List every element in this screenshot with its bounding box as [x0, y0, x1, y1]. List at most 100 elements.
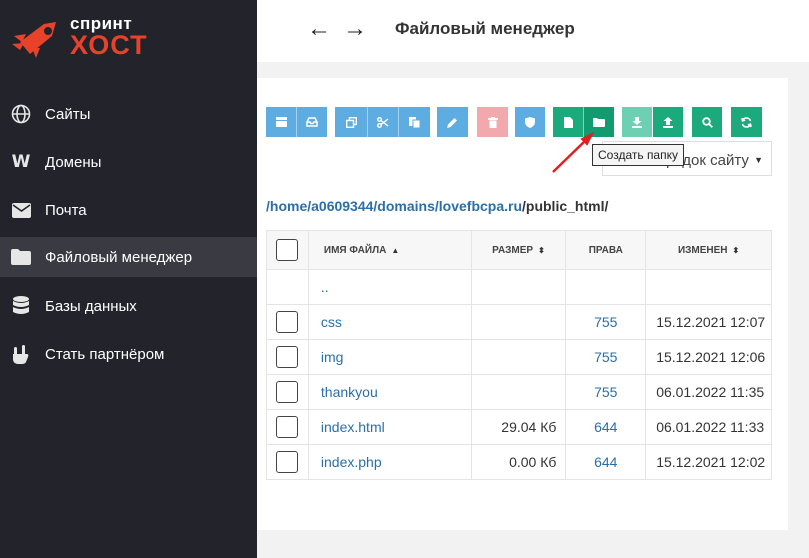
column-perms-label: ПРАВА	[588, 244, 623, 256]
paste-icon	[408, 117, 420, 128]
sidebar-item-label: Сайты	[45, 105, 91, 123]
cut-button[interactable]	[367, 107, 398, 137]
file-name[interactable]: index.html	[321, 419, 385, 435]
folder-icon	[10, 246, 32, 268]
file-perms[interactable]: 755	[565, 339, 647, 375]
sidebar-item-file-manager[interactable]: Файловый менеджер	[0, 237, 257, 277]
breadcrumb: /home/a0609344/domains/lovefbcpa.ru/publ…	[266, 198, 608, 214]
row-checkbox[interactable]	[276, 451, 299, 473]
file-name[interactable]: thankyou	[321, 384, 378, 400]
database-icon	[10, 295, 32, 317]
file-size	[470, 374, 567, 410]
column-perms-header: ПРАВА	[565, 230, 647, 270]
breadcrumb-current: /public_html/	[522, 198, 609, 214]
file-size: 0.00 Кб	[470, 444, 567, 480]
sort-both-icon: ⬍	[538, 245, 545, 255]
table-row[interactable]: thankyou 755 06.01.2022 11:35	[266, 374, 772, 410]
list-view-icon	[275, 117, 287, 127]
column-name-label: ИМЯ ФАЙЛА	[323, 244, 387, 256]
pencil-icon	[447, 117, 457, 128]
refresh-button[interactable]	[731, 107, 762, 137]
column-size-header[interactable]: РАЗМЕР ⬍	[470, 230, 567, 270]
file-manager-panel: …рядок сайту ▼ Создать папку /home/a0609…	[257, 78, 788, 530]
breadcrumb-domain[interactable]: /lovefbcpa.ru	[435, 198, 522, 214]
sidebar: спринт ХОСТ Сайты W Домены Почта Файловы…	[0, 0, 257, 558]
rocket-logo-icon	[12, 22, 56, 58]
sidebar-item-domains[interactable]: W Домены	[0, 142, 257, 182]
create-folder-tooltip: Создать папку	[592, 144, 684, 166]
mail-icon	[10, 199, 32, 221]
table-row-parent[interactable]: ..	[266, 269, 772, 305]
paste-button[interactable]	[398, 107, 430, 137]
file-name[interactable]: css	[321, 314, 342, 330]
file-size: 29.04 Кб	[470, 409, 567, 445]
sidebar-item-databases[interactable]: Базы данных	[0, 286, 257, 326]
file-perms[interactable]: 755	[565, 374, 647, 410]
sidebar-item-partner[interactable]: Стать партнёром	[0, 334, 257, 374]
file-table: ИМЯ ФАЙЛА ▲ РАЗМЕР ⬍ ПРАВА ИЗМЕНЕН ⬍ .. css…	[266, 230, 772, 480]
sidebar-item-mail[interactable]: Почта	[0, 190, 257, 230]
shield-icon	[525, 116, 535, 128]
column-name-header[interactable]: ИМЯ ФАЙЛА ▲	[307, 230, 472, 270]
table-row[interactable]: index.html 29.04 Кб 644 06.01.2022 11:33	[266, 409, 772, 445]
search-button[interactable]	[692, 107, 722, 137]
file-perms[interactable]: 644	[565, 444, 647, 480]
column-size-label: РАЗМЕР	[492, 244, 534, 256]
page-title: Файловый менеджер	[395, 19, 575, 38]
hand-icon	[10, 343, 32, 365]
file-name[interactable]: ..	[321, 279, 329, 295]
w-icon: W	[11, 152, 31, 172]
table-header-row: ИМЯ ФАЙЛА ▲ РАЗМЕР ⬍ ПРАВА ИЗМЕНЕН ⬍	[266, 230, 772, 270]
copy-icon	[345, 116, 357, 128]
sidebar-item-label: Стать партнёром	[45, 345, 165, 363]
forward-arrow-icon[interactable]: →	[343, 14, 367, 44]
back-arrow-icon[interactable]: ←	[307, 14, 331, 44]
scissors-icon	[376, 116, 388, 128]
row-checkbox[interactable]	[276, 381, 299, 403]
select-all-cell	[266, 230, 309, 270]
sidebar-item-label: Базы данных	[45, 297, 137, 315]
trash-icon	[487, 116, 498, 128]
file-modified: 15.12.2021 12:07	[645, 304, 772, 340]
row-checkbox[interactable]	[276, 346, 299, 368]
permissions-button[interactable]	[515, 107, 545, 137]
row-checkbox[interactable]	[276, 416, 299, 438]
table-row[interactable]: index.php 0.00 Кб 644 15.12.2021 12:02	[266, 444, 772, 480]
file-modified: 06.01.2022 11:35	[645, 374, 772, 410]
brand-line2: ХОСТ	[70, 30, 148, 60]
column-modified-header[interactable]: ИЗМЕНЕН ⬍	[645, 230, 772, 270]
sidebar-item-sites[interactable]: Сайты	[0, 94, 257, 134]
inbox-icon	[306, 117, 318, 127]
file-size	[470, 304, 567, 340]
create-file-button[interactable]	[553, 107, 583, 137]
sidebar-item-label: Почта	[45, 201, 87, 219]
file-name[interactable]: img	[321, 349, 344, 365]
download-button[interactable]	[622, 107, 652, 137]
list-view-button[interactable]	[266, 107, 296, 137]
refresh-icon	[741, 116, 752, 128]
rename-button[interactable]	[437, 107, 468, 137]
copy-button[interactable]	[335, 107, 367, 137]
breadcrumb-home[interactable]: /home/a0609344	[266, 198, 373, 214]
sidebar-item-label: Домены	[45, 153, 102, 171]
delete-button[interactable]	[477, 107, 508, 137]
inbox-button[interactable]	[297, 107, 327, 137]
file-perms[interactable]: 644	[565, 409, 647, 445]
brand-logo[interactable]: спринт ХОСТ	[10, 14, 160, 62]
download-icon	[632, 116, 642, 128]
folder-icon	[593, 117, 605, 127]
table-row[interactable]: img 755 15.12.2021 12:06	[266, 339, 772, 375]
sort-both-icon: ⬍	[732, 245, 740, 255]
column-modified-label: ИЗМЕНЕН	[677, 244, 728, 256]
breadcrumb-domains[interactable]: /domains	[373, 198, 434, 214]
select-all-checkbox[interactable]	[276, 239, 299, 261]
table-row[interactable]: css 755 15.12.2021 12:07	[266, 304, 772, 340]
header: ← → Файловый менеджер	[257, 0, 809, 62]
create-folder-button[interactable]	[584, 107, 614, 137]
row-checkbox[interactable]	[276, 311, 299, 333]
file-perms[interactable]: 755	[565, 304, 647, 340]
file-name[interactable]: index.php	[321, 454, 382, 470]
sort-asc-icon: ▲	[391, 245, 400, 255]
caret-down-icon: ▼	[754, 155, 763, 165]
upload-button[interactable]	[653, 107, 683, 137]
